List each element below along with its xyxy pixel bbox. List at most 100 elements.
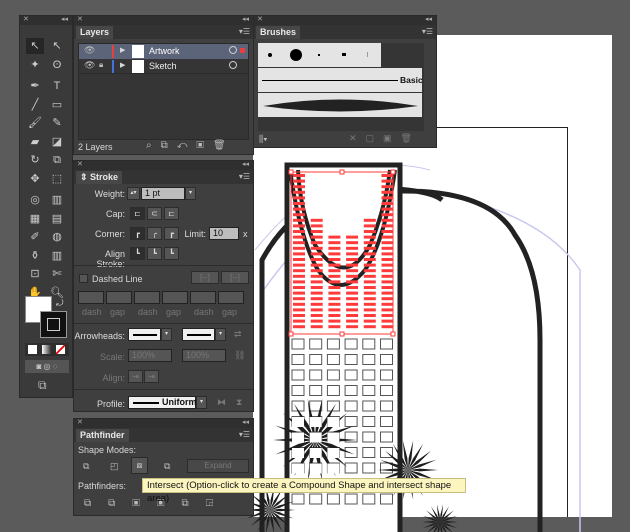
none-icon[interactable] <box>56 345 65 354</box>
brush-round-small[interactable] <box>268 53 272 57</box>
brush-libraries-icon[interactable]: ⫼▾ <box>259 134 268 145</box>
draw-mode-icons[interactable]: ◙ ◎ ◌ <box>25 360 69 373</box>
layer-row-artwork[interactable]: 👁︎ ▶ Artwork <box>79 44 248 59</box>
layers-header[interactable]: ✕ ◂◂ <box>74 16 253 25</box>
arrow-align-extend-button[interactable]: ⇥ <box>128 370 143 383</box>
align-outside-button[interactable]: ┗ <box>164 247 179 260</box>
panel-menu-icon[interactable]: ▾☰ <box>422 27 433 36</box>
layer-name[interactable]: Sketch <box>149 61 177 71</box>
exclude-icon[interactable]: ⧉ <box>164 461 170 472</box>
gradient-tool-icon[interactable]: ▤ <box>48 211 66 227</box>
weight-stepper[interactable]: ▴▾ <box>127 187 140 200</box>
minus-front-icon[interactable]: ◰ <box>110 461 119 472</box>
direct-selection-tool-icon[interactable]: ↖ <box>48 38 66 54</box>
start-scale-input[interactable]: 100% <box>128 349 172 362</box>
gradient-icon[interactable] <box>42 345 51 354</box>
tools-header[interactable]: ✕ ◂◂ <box>20 16 72 25</box>
brush-tapered[interactable] <box>258 93 422 117</box>
swap-icon[interactable]: ⤾ <box>56 298 64 309</box>
end-scale-input[interactable]: 100% <box>182 349 226 362</box>
expand-triangle-icon[interactable]: ▶ <box>120 61 125 69</box>
weight-input[interactable]: 1 pt <box>141 187 185 200</box>
tab-pathfinder[interactable]: Pathfinder <box>76 429 129 442</box>
target-icon[interactable] <box>229 61 237 69</box>
miter-join-button[interactable]: ┏ <box>130 227 145 240</box>
eye-icon[interactable]: 👁︎ <box>84 45 95 56</box>
tab-stroke[interactable]: ⇕ Stroke <box>76 171 123 184</box>
artboard-tool-icon[interactable]: ⊡ <box>26 266 44 282</box>
align-inside-button[interactable]: ┗ <box>147 247 162 260</box>
dash-input[interactable] <box>190 291 216 304</box>
eyedropper-tool-icon[interactable]: ✐ <box>26 229 44 245</box>
limit-input[interactable]: 10 <box>209 227 239 240</box>
profile-dropdown[interactable]: ▾ <box>196 396 207 409</box>
butt-cap-button[interactable]: ⊏ <box>130 207 145 220</box>
screen-mode-icon[interactable]: ⧉ <box>38 378 47 393</box>
eraser-tool-icon[interactable]: ◪ <box>48 134 66 150</box>
brushes-footer-icons[interactable]: ✕▢▣🗑︎ <box>349 133 421 144</box>
brush-tiny[interactable] <box>318 54 320 56</box>
warp-tool-icon[interactable]: ✥ <box>26 171 44 187</box>
blob-brush-tool-icon[interactable]: ▰ <box>26 134 44 150</box>
lock-icon[interactable]: 🔒︎ <box>99 60 103 70</box>
flip-horizontal-icon[interactable]: ⧓ <box>217 397 226 408</box>
pencil-tool-icon[interactable]: ✎ <box>48 115 66 131</box>
brush-oval[interactable] <box>342 53 346 56</box>
graph-tool-icon[interactable]: ▥ <box>48 248 66 264</box>
panel-menu-icon[interactable]: ▾☰ <box>239 430 250 439</box>
bevel-join-button[interactable]: ┏ <box>164 227 179 240</box>
start-arrowhead-select[interactable] <box>128 328 161 341</box>
layer-row-sketch[interactable]: 👁︎ 🔒︎ ▶ Sketch <box>79 59 248 74</box>
projecting-cap-button[interactable]: ⊏ <box>164 207 179 220</box>
gap-input[interactable] <box>106 291 132 304</box>
tab-layers[interactable]: Layers <box>76 26 114 39</box>
type-tool-icon[interactable]: T <box>48 78 66 94</box>
link-scale-icon[interactable]: ⛓︎ <box>234 350 245 361</box>
artwork-canvas[interactable] <box>240 150 630 532</box>
layers-footer-icons[interactable]: ⌕⧉⤺▣🗑︎ <box>146 140 235 151</box>
paintbrush-tool-icon[interactable]: 🖌︎ <box>26 115 44 131</box>
panel-menu-icon[interactable]: ▾☰ <box>239 172 250 181</box>
round-cap-button[interactable]: ⊂ <box>147 207 162 220</box>
start-arrowhead-dropdown[interactable]: ▾ <box>161 328 172 341</box>
brush-basic[interactable]: Basic <box>258 68 423 92</box>
perspective-tool-icon[interactable]: ▥ <box>48 192 66 208</box>
brush-swatches[interactable] <box>258 43 381 67</box>
panel-menu-icon[interactable]: ▾☰ <box>239 27 250 36</box>
gap-input[interactable] <box>218 291 244 304</box>
selection-tool-icon[interactable]: ↖ <box>26 38 44 54</box>
selection-indicator[interactable] <box>240 48 245 53</box>
end-arrowhead-select[interactable] <box>182 328 215 341</box>
dash-preserve-button[interactable]: [--] <box>191 271 219 284</box>
dashed-line-checkbox[interactable] <box>79 274 88 283</box>
dash-input[interactable] <box>134 291 160 304</box>
eye-icon[interactable]: 👁︎ <box>84 60 95 71</box>
rectangle-tool-icon[interactable]: ▭ <box>48 97 66 113</box>
unite-icon[interactable]: ⧉ <box>83 461 89 472</box>
brush-round-large[interactable] <box>290 49 302 61</box>
lasso-tool-icon[interactable]: ʘ <box>48 57 66 73</box>
line-tool-icon[interactable]: ╱ <box>26 97 44 113</box>
color-icon[interactable] <box>28 345 37 354</box>
symbol-sprayer-tool-icon[interactable]: ⚱ <box>26 248 44 264</box>
arrow-align-place-button[interactable]: ⇥ <box>144 370 159 383</box>
scale-tool-icon[interactable]: ⧉ <box>48 152 66 168</box>
pathfinder-header[interactable]: ✕ ◂◂ <box>74 419 253 428</box>
dash-input[interactable] <box>78 291 104 304</box>
mesh-tool-icon[interactable]: ▦ <box>26 211 44 227</box>
intersect-button[interactable]: ⧈ <box>131 457 148 474</box>
round-join-button[interactable]: ╭ <box>147 227 162 240</box>
expand-button[interactable]: Expand <box>187 459 249 473</box>
flip-vertical-icon[interactable]: ⧗ <box>236 397 242 408</box>
weight-dropdown[interactable]: ▾ <box>185 187 196 200</box>
pen-tool-icon[interactable]: ✒ <box>26 78 44 94</box>
brush-line[interactable] <box>367 52 368 57</box>
gap-input[interactable] <box>162 291 188 304</box>
stroke-header[interactable]: ✕ ◂◂ <box>74 161 253 170</box>
blend-tool-icon[interactable]: ◍ <box>48 229 66 245</box>
profile-select[interactable]: Uniform <box>128 396 197 409</box>
free-transform-tool-icon[interactable]: ⬚ <box>48 171 66 187</box>
rotate-tool-icon[interactable]: ↻ <box>26 152 44 168</box>
layer-name[interactable]: Artwork <box>149 46 180 56</box>
brushes-header[interactable]: ✕ ◂◂ <box>254 16 436 25</box>
